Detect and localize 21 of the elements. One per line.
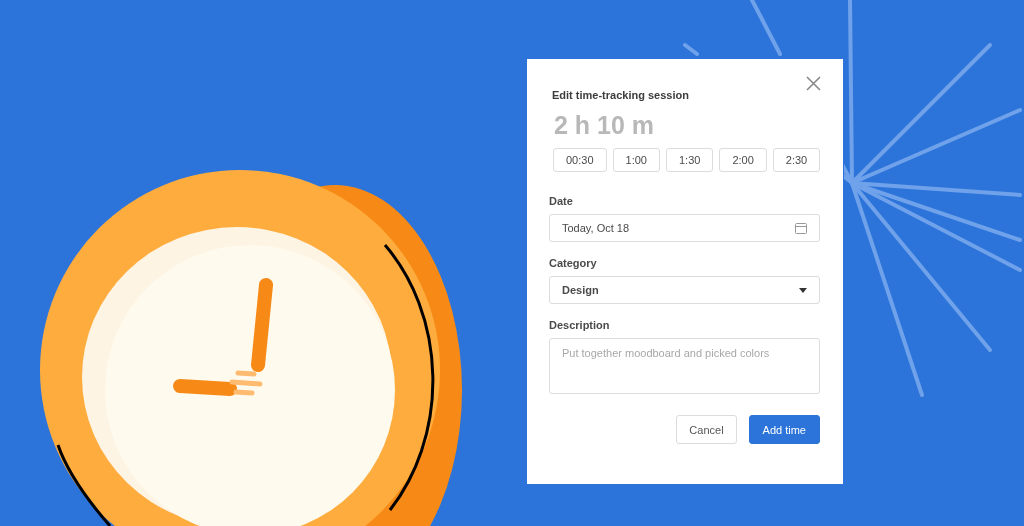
field-label: Category [549,257,598,269]
category-select[interactable]: Design [549,276,820,304]
cancel-button[interactable]: Cancel [676,415,737,444]
duration-preset[interactable]: 2:00 [719,148,767,172]
field-label: Date [549,195,574,207]
duration-preset[interactable]: 00:30 [553,148,607,172]
dialog-title: Edit time-tracking session [552,89,690,101]
close-button[interactable] [805,75,821,91]
duration-preset[interactable]: 1:00 [612,148,660,172]
calendar-icon [795,222,807,234]
category-value: Design [562,284,599,296]
add-time-button[interactable]: Add time [748,415,820,444]
duration-preset[interactable]: 1:30 [665,148,714,172]
duration-value: 2 h 10 m [554,111,656,140]
close-icon [805,75,821,91]
duration-preset[interactable]: 2:30 [772,148,821,172]
description-field[interactable]: Put together moodboard and picked colors [549,338,820,394]
date-value: Today, Oct 18 [562,222,630,234]
date-field[interactable]: Today, Oct 18 [549,214,820,242]
caret-icon [799,287,807,293]
field-label: Description [549,319,611,331]
